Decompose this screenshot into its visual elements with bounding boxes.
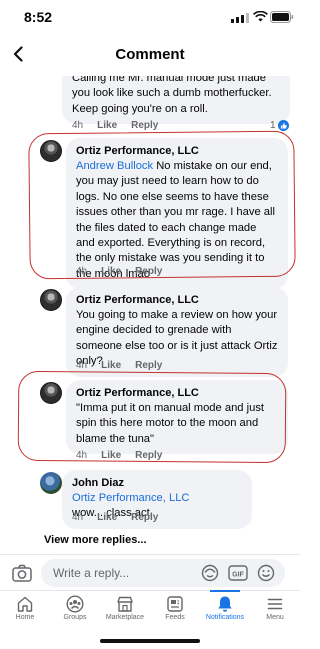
tab-label: Notifications [205,614,245,621]
tab-label: Groups [63,614,87,621]
status-bar: 8:52 [0,0,300,34]
like-button[interactable]: Like [101,360,121,371]
avatar[interactable] [40,472,62,494]
bottom-tab-bar: Home Groups Marketplace Feeds Notificati… [0,590,300,630]
comment-actions: 4h Like Reply [72,512,158,523]
tab-feeds[interactable]: Feeds [150,593,200,631]
mention-link[interactable]: Ortiz Performance, LLC [72,492,190,504]
bell-icon [218,596,232,612]
comment-time: 4h [76,360,88,371]
like-button[interactable]: Like [101,450,121,461]
comment-author[interactable]: Ortiz Performance, LLC [76,386,278,401]
home-icon [17,596,33,612]
comment-bubble: Ortiz Performance, LLC "Imma put it on m… [66,380,288,455]
comment-thread[interactable]: Calling me Mr. manual mode just made you… [0,76,300,554]
comment-header: Comment [0,34,300,76]
tab-groups[interactable]: Groups [50,593,100,631]
tab-marketplace[interactable]: Marketplace [100,593,150,631]
home-indicator [100,639,200,643]
groups-icon [66,595,84,613]
comment-time: 4h [76,450,88,461]
menu-icon [267,598,283,610]
reply-input[interactable]: Write a reply... GIF [41,559,285,587]
view-more-replies-link[interactable]: View more replies... [44,534,147,546]
reply-bar: Write a reply... GIF [0,556,300,590]
tab-label: Menu [266,614,284,621]
tab-label: Feeds [165,614,185,621]
reaction-count[interactable]: 1 [270,120,289,131]
wifi-icon [253,11,268,22]
tab-label: Home [15,614,35,621]
divider [0,554,300,555]
svg-text:GIF: GIF [232,571,244,578]
avatar-sticker-icon[interactable] [201,564,219,582]
active-tab-indicator [210,590,240,592]
camera-icon[interactable] [12,564,32,587]
cellular-signal-icon [231,13,249,23]
comment-actions: 4h Like Reply [76,266,162,277]
mention-link[interactable]: Andrew Bullock [76,160,153,172]
like-button[interactable]: Like [101,266,121,277]
comment-time: 4h [76,266,88,277]
reaction-count-value: 1 [270,120,276,131]
comment-text: Andrew Bullock No mistake on our end, yo… [76,159,278,282]
comment-text: Calling me Mr. manual mode just made you… [72,76,272,115]
comment-body: No mistake on our end, you may just need… [76,160,275,280]
tab-label: Marketplace [105,614,145,621]
like-button[interactable]: Like [97,120,117,131]
avatar[interactable] [40,289,62,311]
reply-placeholder: Write a reply... [53,566,130,580]
comment-actions: 4h Like Reply [76,360,162,371]
reply-button[interactable]: Reply [135,266,162,277]
tab-home[interactable]: Home [0,593,50,631]
comment-time: 4h [72,512,84,523]
thumbs-up-icon [277,120,289,131]
tab-notifications[interactable]: Notifications [200,590,250,631]
tab-menu[interactable]: Menu [250,593,300,631]
feeds-icon [167,596,183,612]
comment-actions: 4h Like Reply [72,120,158,131]
status-time: 8:52 [24,9,53,25]
reply-button[interactable]: Reply [135,360,162,371]
emoji-icon[interactable] [257,564,275,582]
marketplace-icon [117,596,133,612]
reply-button[interactable]: Reply [131,512,158,523]
battery-icon [270,11,294,23]
avatar[interactable] [40,140,62,162]
comment-bubble: Calling me Mr. manual mode just made you… [62,76,290,125]
comment-text: "Imma put it on manual mode and just spi… [76,402,265,445]
reply-button[interactable]: Reply [131,120,158,131]
comment-author[interactable]: Ortiz Performance, LLC [76,144,278,159]
comment-actions: 4h Like Reply [76,450,162,461]
comment-time: 4h [72,120,84,131]
avatar[interactable] [40,382,62,404]
page-title: Comment [115,46,185,63]
like-button[interactable]: Like [97,512,117,523]
reply-button[interactable]: Reply [135,450,162,461]
comment-author[interactable]: Ortiz Performance, LLC [76,293,278,308]
gif-icon[interactable]: GIF [228,564,248,582]
comment-author[interactable]: John Diaz [72,476,242,491]
